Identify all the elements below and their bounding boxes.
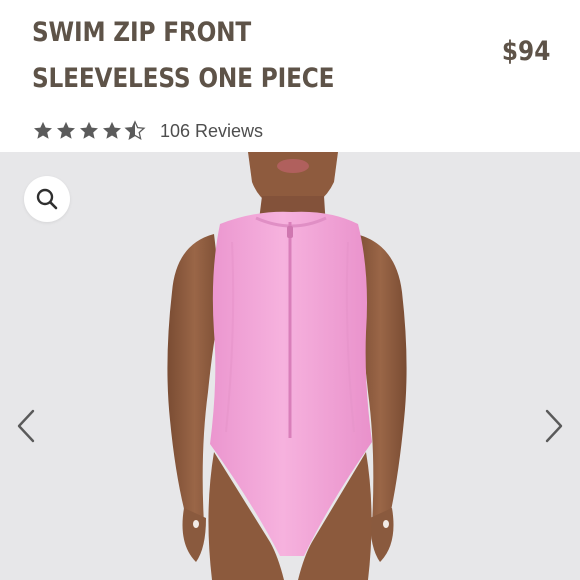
previous-image-button[interactable] [14, 407, 38, 445]
zoom-button[interactable] [24, 176, 70, 222]
star-icon [103, 121, 121, 139]
search-icon [36, 188, 58, 210]
star-icon [80, 121, 98, 139]
half-star-icon [124, 120, 146, 140]
reviews-link[interactable]: 106 Reviews [160, 121, 263, 142]
chevron-left-icon [17, 409, 35, 443]
product-header: SWIM ZIP FRONT SLEEVELESS ONE PIECE $94 … [0, 0, 580, 152]
product-title: SWIM ZIP FRONT SLEEVELESS ONE PIECE [32, 17, 335, 94]
star-icon [57, 121, 75, 139]
rating-row[interactable]: 106 Reviews [32, 118, 263, 144]
product-image [167, 152, 407, 580]
chevron-right-icon [545, 409, 563, 443]
star-icon [34, 121, 52, 139]
product-price: $94 [501, 36, 550, 67]
star-rating [32, 120, 146, 142]
next-image-button[interactable] [542, 407, 566, 445]
product-image-gallery[interactable] [0, 152, 580, 580]
